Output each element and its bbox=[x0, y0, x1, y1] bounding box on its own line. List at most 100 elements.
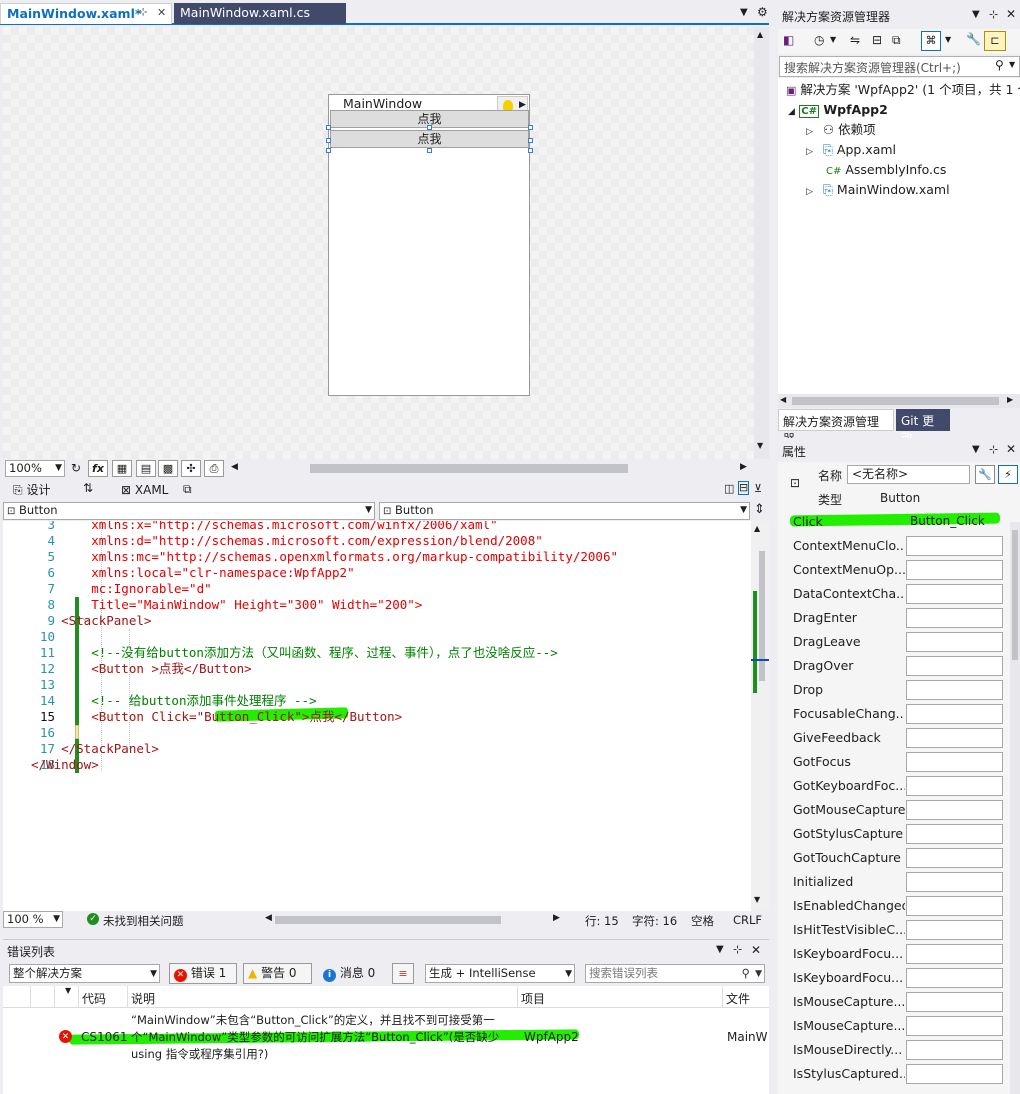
event-handler-field[interactable] bbox=[906, 536, 1003, 556]
zoom-combo[interactable]: 100% ▼ bbox=[5, 460, 65, 477]
close-icon[interactable]: ✕ bbox=[157, 6, 166, 19]
pin-icon[interactable]: ⊹ bbox=[989, 8, 998, 21]
scroll-right-icon[interactable]: ▶ bbox=[740, 462, 747, 472]
event-handler-field[interactable] bbox=[906, 584, 1003, 604]
scroll-left-icon[interactable]: ◀ bbox=[231, 462, 238, 472]
expand-icon[interactable]: ▷ bbox=[806, 127, 813, 137]
build-source-combo[interactable]: 生成 + IntelliSense ▼ bbox=[425, 964, 575, 983]
sync-icon[interactable]: ⇋ bbox=[850, 33, 860, 47]
wrench-icon[interactable]: 🔧 bbox=[966, 32, 981, 46]
wrench-icon[interactable]: 🔧 bbox=[975, 465, 995, 484]
split-icon[interactable]: ⇕ bbox=[754, 502, 765, 517]
scope-combo[interactable]: 整个解决方案 ▼ bbox=[9, 964, 160, 983]
back-icon[interactable]: ◧ bbox=[783, 33, 794, 47]
event-handler-field[interactable] bbox=[906, 920, 1003, 940]
scroll-right-icon[interactable]: ▶ bbox=[553, 913, 560, 923]
xaml-code-editor[interactable]: ⌵ 3 xmlns:x="http://schemas.microsoft.co… bbox=[3, 521, 751, 911]
selection-handle[interactable] bbox=[427, 125, 432, 130]
chevron-down-icon[interactable]: ▼ bbox=[945, 35, 951, 44]
selection-handle[interactable] bbox=[326, 125, 331, 130]
editor-zoom-combo[interactable]: 100 % ▼ bbox=[3, 911, 63, 928]
close-icon[interactable]: ✕ bbox=[751, 943, 761, 957]
horizontal-split-icon[interactable]: ⊟ bbox=[738, 481, 750, 495]
issues-status[interactable]: 未找到相关问题 bbox=[103, 913, 184, 929]
event-handler-field[interactable] bbox=[906, 1016, 1003, 1036]
warnings-filter-button[interactable]: ▲ 警告 0 bbox=[243, 963, 312, 984]
preview-selected-icon[interactable]: ⊏ bbox=[984, 31, 1006, 51]
scroll-up-icon[interactable]: ▲ bbox=[754, 524, 760, 533]
tree-item-app-xaml[interactable]: ▷ ⎘ App.xaml bbox=[806, 140, 896, 160]
selection-handle[interactable] bbox=[326, 148, 331, 153]
dropdown-icon[interactable]: ▼ bbox=[716, 944, 724, 955]
expand-icon[interactable]: ▷ bbox=[806, 147, 813, 157]
errors-filter-button[interactable]: ✕ 错误 1 bbox=[169, 963, 237, 984]
selection-handle[interactable] bbox=[427, 148, 432, 153]
scroll-right-icon[interactable]: ▶ bbox=[1007, 395, 1013, 404]
event-handler-field[interactable] bbox=[906, 656, 1003, 676]
event-handler-field[interactable] bbox=[906, 704, 1003, 724]
solution-scroll-thumb[interactable] bbox=[792, 397, 999, 405]
event-handler-field[interactable]: Button_Click bbox=[906, 512, 1003, 532]
close-icon[interactable]: ✕ bbox=[1006, 7, 1016, 21]
tree-item-project[interactable]: ◢ C# WpfApp2 bbox=[788, 100, 888, 120]
pin-icon[interactable]: ⊹ bbox=[139, 7, 147, 18]
selection-handle[interactable] bbox=[528, 148, 533, 153]
event-handler-field[interactable] bbox=[906, 872, 1003, 892]
tab-mainwindow-xaml-cs[interactable]: MainWindow.xaml.cs bbox=[174, 3, 346, 24]
tab-xaml[interactable]: ⊠ XAML bbox=[121, 483, 168, 497]
tab-mainwindow-xaml[interactable]: MainWindow.xaml* ⊹ ✕ bbox=[0, 3, 172, 24]
filter-icon[interactable]: ≡ bbox=[392, 963, 414, 984]
expand-icon[interactable]: ▷ bbox=[806, 187, 813, 197]
event-handler-field[interactable] bbox=[906, 632, 1003, 652]
scroll-left-icon[interactable]: ◀ bbox=[780, 395, 786, 404]
sort-icon[interactable]: ▼ bbox=[65, 986, 71, 995]
tab-dropdown-icon[interactable]: ▼ bbox=[740, 7, 748, 18]
tree-item-assemblyinfo[interactable]: C# AssemblyInfo.cs bbox=[826, 160, 946, 180]
event-handler-field[interactable] bbox=[906, 824, 1003, 844]
device-icon[interactable]: ⎙ bbox=[204, 460, 224, 477]
column-description[interactable]: 说明 bbox=[131, 990, 155, 1007]
tree-item-dependencies[interactable]: ▷ ⚇ 依赖项 bbox=[806, 120, 876, 140]
selection-handle[interactable] bbox=[326, 138, 331, 143]
horizontal-scrollbar-thumb[interactable] bbox=[310, 464, 628, 473]
editor-horizontal-thumb[interactable] bbox=[275, 916, 501, 924]
event-handler-field[interactable] bbox=[906, 752, 1003, 772]
event-handler-field[interactable] bbox=[906, 992, 1003, 1012]
event-handler-field[interactable] bbox=[906, 968, 1003, 988]
designer-vertical-scrollbar[interactable]: ▲ ▼ bbox=[754, 27, 769, 459]
solution-search-input[interactable]: 搜索解决方案资源管理器(Ctrl+;) ⚲ ▼ bbox=[779, 56, 1020, 77]
solution-horizontal-scrollbar[interactable]: ◀ ▶ bbox=[778, 394, 1020, 408]
scroll-down-icon[interactable]: ▼ bbox=[757, 441, 763, 450]
dropdown-icon[interactable]: ▼ bbox=[972, 9, 980, 20]
editor-scroll-thumb[interactable] bbox=[759, 551, 765, 681]
history-icon[interactable]: ◷ bbox=[814, 33, 824, 47]
preview-window[interactable]: MainWindow ▶ 点我 点我 bbox=[326, 94, 533, 396]
event-handler-field[interactable] bbox=[906, 848, 1003, 868]
snap-lines-icon[interactable]: ✣ bbox=[181, 460, 201, 477]
event-handler-field[interactable] bbox=[906, 944, 1003, 964]
column-project[interactable]: 项目 bbox=[521, 990, 545, 1007]
selection-handle[interactable] bbox=[528, 138, 533, 143]
collapse-all-icon[interactable]: ⊟ bbox=[872, 33, 882, 47]
expand-icon[interactable]: ◢ bbox=[788, 107, 795, 117]
tree-item-solution[interactable]: ▣ 解决方案 'WpfApp2' (1 个项目，共 1 个 bbox=[786, 80, 1020, 100]
properties-scroll-thumb[interactable] bbox=[1012, 530, 1018, 660]
event-handler-field[interactable] bbox=[906, 1040, 1003, 1060]
event-handler-field[interactable] bbox=[906, 776, 1003, 796]
close-icon[interactable]: ✕ bbox=[1006, 442, 1016, 456]
selection-handle[interactable] bbox=[528, 125, 533, 130]
preview-button-2[interactable]: 点我 bbox=[330, 130, 529, 148]
tab-solution-explorer[interactable]: 解决方案资源管理器 bbox=[778, 409, 894, 446]
tree-item-mainwindow-xaml[interactable]: ▷ ⎘ MainWindow.xaml bbox=[806, 180, 950, 200]
swap-panes-icon[interactable]: ⇅ bbox=[83, 481, 93, 495]
popout-icon[interactable]: ⧉ bbox=[183, 482, 192, 497]
vertical-split-icon[interactable]: ◫ bbox=[724, 482, 734, 495]
column-code[interactable]: 代码 bbox=[82, 990, 106, 1007]
pin-icon[interactable]: ⊹ bbox=[733, 943, 742, 956]
scroll-down-icon[interactable]: ▼ bbox=[754, 895, 760, 904]
scroll-left-icon[interactable]: ◀ bbox=[265, 913, 272, 923]
snap-grid-icon[interactable]: ▤ bbox=[136, 460, 156, 477]
properties-scrollbar[interactable] bbox=[1010, 522, 1020, 1094]
event-handler-field[interactable] bbox=[906, 1064, 1003, 1084]
view-switch-icon[interactable]: ⌘ bbox=[921, 31, 941, 51]
